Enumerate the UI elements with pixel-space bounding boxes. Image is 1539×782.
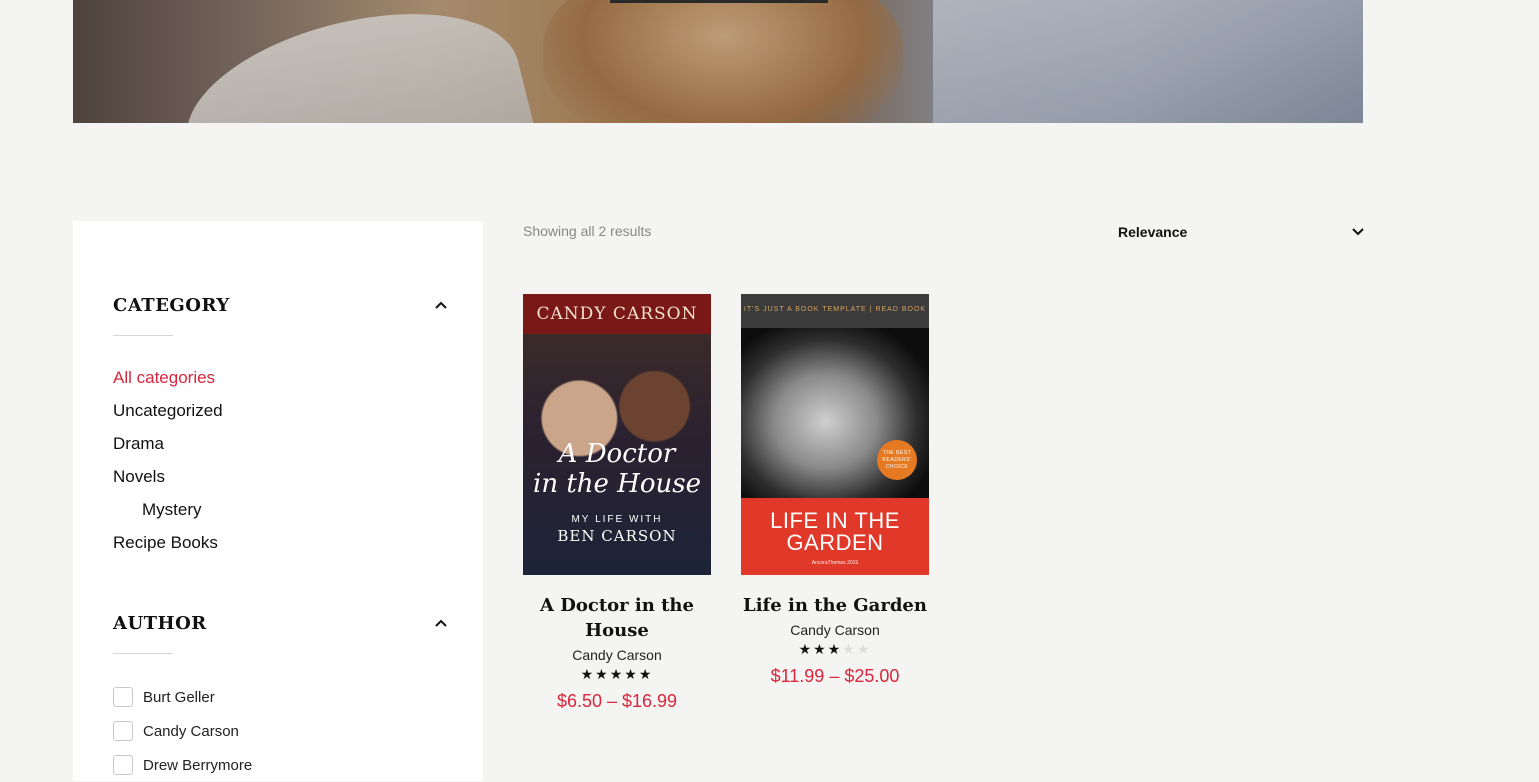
- category-item-recipe-books[interactable]: Recipe Books: [113, 532, 223, 565]
- author-filter-item[interactable]: Candy Carson: [113, 714, 252, 748]
- product-title-line: A Doctor in the: [540, 595, 694, 616]
- star-icon: ★: [827, 641, 843, 657]
- hero-bar: [610, 0, 828, 3]
- author-checkbox[interactable]: [113, 755, 133, 775]
- author-filter-label: Candy Carson: [143, 722, 239, 740]
- product-title[interactable]: Life in the Garden: [741, 593, 929, 618]
- category-list: All categories Uncategorized Drama Novel…: [113, 367, 223, 565]
- product-card[interactable]: CANDY CARSON A Doctor in the House MY LI…: [523, 294, 711, 712]
- category-widget-title: CATEGORY: [113, 295, 230, 316]
- author-widget-header[interactable]: AUTHOR: [113, 613, 447, 634]
- category-item-novels[interactable]: Novels: [113, 466, 223, 499]
- cover-title-line: LIFE IN THE: [770, 508, 900, 533]
- product-title-line: House: [585, 620, 649, 641]
- cover-script-line: A Doctor: [558, 439, 676, 469]
- product-title[interactable]: A Doctor in the House: [523, 593, 711, 643]
- star-icon: ★: [624, 666, 639, 682]
- hero-banner: [73, 0, 1363, 123]
- author-checkbox[interactable]: [113, 721, 133, 741]
- category-item-all[interactable]: All categories: [113, 367, 223, 400]
- star-rating: ★★★★★: [741, 640, 929, 658]
- product-price: $11.99 – $25.00: [770, 666, 900, 686]
- author-filter-item[interactable]: Burt Geller: [113, 680, 252, 714]
- star-icon: ★: [856, 641, 872, 657]
- cover-script-title: A Doctor in the House: [523, 439, 711, 499]
- product-title-line: Life in the Garden: [743, 595, 927, 616]
- filter-sidebar: CATEGORY All categories Uncategorized Dr…: [73, 221, 483, 781]
- cover-subtitle: MY LIFE WITH: [571, 514, 663, 525]
- cover-badge: THE BEST READERS' CHOICE: [877, 440, 917, 480]
- author-filter-label: Burt Geller: [143, 688, 215, 706]
- author-checkbox[interactable]: [113, 687, 133, 707]
- cover-author-text: CANDY CARSON: [523, 294, 711, 334]
- sort-select[interactable]: Relevance: [1118, 223, 1364, 241]
- star-icon: ★: [842, 641, 857, 657]
- cover-strip-text: IT'S JUST A BOOK TEMPLATE | READ BOOK: [741, 294, 929, 328]
- hero-overlay: [73, 0, 1363, 123]
- category-divider: [113, 335, 173, 336]
- cover-script-line: in the House: [533, 469, 701, 499]
- author-filter-label: Drew Berrymore: [143, 756, 253, 774]
- author-divider: [113, 653, 173, 654]
- star-icon: ★: [609, 666, 625, 682]
- sort-selected-value: Relevance: [1118, 224, 1188, 240]
- chevron-up-icon[interactable]: [435, 619, 447, 629]
- category-item-uncategorized[interactable]: Uncategorized: [113, 400, 223, 433]
- cover-subtitle-name: BEN CARSON: [557, 527, 677, 545]
- author-list: Burt Geller Candy Carson Drew Berrymore: [113, 680, 252, 782]
- chevron-up-icon[interactable]: [435, 301, 447, 311]
- product-price: $6.50 – $16.99: [556, 691, 678, 711]
- star-icon: ★: [798, 641, 814, 657]
- category-widget-header[interactable]: CATEGORY: [113, 295, 447, 316]
- star-icon: ★: [595, 666, 610, 682]
- author-widget-title: AUTHOR: [113, 613, 207, 634]
- cover-title-line: GARDEN: [786, 530, 884, 555]
- cover-title-box: LIFE IN THE GARDEN AncoraThemes 2019: [741, 498, 929, 575]
- author-filter-item[interactable]: Drew Berrymore: [113, 748, 252, 782]
- category-item-mystery[interactable]: Mystery: [113, 499, 223, 532]
- star-icon: ★: [580, 666, 596, 682]
- result-count: Showing all 2 results: [523, 223, 652, 239]
- star-rating: ★★★★★: [523, 665, 711, 683]
- star-icon: ★: [638, 666, 654, 682]
- product-card[interactable]: IT'S JUST A BOOK TEMPLATE | READ BOOK TH…: [741, 294, 929, 687]
- category-item-drama[interactable]: Drama: [113, 433, 223, 466]
- product-cover-image[interactable]: CANDY CARSON A Doctor in the House MY LI…: [523, 294, 711, 575]
- chevron-down-icon: [1352, 223, 1364, 241]
- product-author[interactable]: Candy Carson: [741, 622, 929, 638]
- cover-footer: AncoraThemes 2019: [811, 560, 859, 566]
- product-cover-image[interactable]: IT'S JUST A BOOK TEMPLATE | READ BOOK TH…: [741, 294, 929, 575]
- star-icon: ★: [813, 641, 828, 657]
- product-author[interactable]: Candy Carson: [523, 647, 711, 663]
